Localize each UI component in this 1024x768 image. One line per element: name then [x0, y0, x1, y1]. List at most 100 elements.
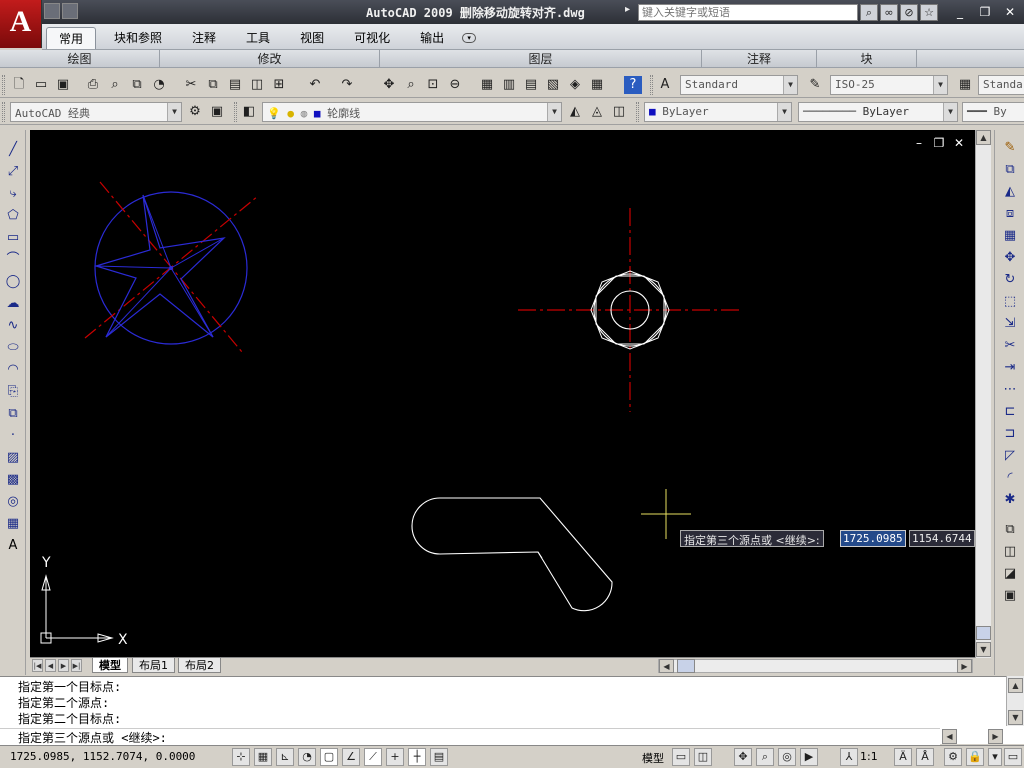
redo-icon[interactable]: ↷ — [338, 76, 356, 94]
panel-layers[interactable]: 图层 — [380, 50, 702, 68]
print-icon[interactable]: ⎙ — [84, 76, 102, 94]
dynamic-input-icon[interactable]: + — [386, 748, 404, 766]
offset-icon[interactable]: ⧈ — [1000, 204, 1020, 224]
insert-block-icon[interactable]: ⎘ — [3, 382, 23, 402]
scale-icon[interactable]: ⬚ — [1000, 292, 1020, 312]
chevron-down-icon[interactable]: ▼ — [777, 103, 791, 121]
undo-icon[interactable]: ↶ — [306, 76, 324, 94]
ribbon-minimize-icon[interactable]: ▾ — [462, 33, 477, 43]
layer-previous-icon[interactable]: ◬ — [588, 103, 606, 121]
revision-cloud-icon[interactable]: ☁ — [3, 294, 23, 314]
ellipse-arc-icon[interactable]: ◠ — [3, 360, 23, 380]
cut-icon[interactable]: ✂ — [182, 76, 200, 94]
comm-center-icon[interactable]: ⊘ — [900, 4, 918, 21]
prev-tab-icon[interactable]: ◀ — [45, 659, 56, 672]
chevron-down-icon[interactable]: ▼ — [167, 103, 181, 121]
viewport-close-button[interactable]: ✕ — [953, 136, 965, 150]
hatch-icon[interactable]: ▨ — [3, 448, 23, 468]
toolbar-grip[interactable] — [234, 102, 237, 122]
dynamic-input-y-field[interactable]: 1154.6744 — [909, 530, 975, 547]
chevron-down-icon[interactable]: ▼ — [783, 76, 797, 94]
application-menu-button[interactable]: A — [0, 0, 42, 48]
status-menu-icon[interactable]: ▾ — [988, 748, 1002, 766]
new-file-icon[interactable] — [44, 3, 60, 19]
model-space-label[interactable]: 模型 — [642, 750, 664, 766]
design-center-icon[interactable]: ▥ — [500, 76, 518, 94]
next-tab-icon[interactable]: ▶ — [58, 659, 69, 672]
tab-layout1[interactable]: 布局1 — [132, 658, 175, 673]
workspace-settings-icon[interactable]: ⚙ — [186, 103, 204, 121]
model-space-canvas[interactable]: Y X – ❐ ✕ 指定第三个源点或 <继续>: 1725.0985 1154.… — [30, 130, 975, 658]
pan-status-icon[interactable]: ✥ — [734, 748, 752, 766]
open-file-icon[interactable] — [62, 3, 78, 19]
chevron-down-icon[interactable]: ▼ — [933, 76, 947, 94]
toolbar-grip[interactable] — [2, 102, 5, 122]
fillet-icon[interactable]: ◜ — [1000, 468, 1020, 488]
publish-icon[interactable]: ⧉ — [128, 76, 146, 94]
zoom-previous-icon[interactable]: ⊖ — [446, 76, 464, 94]
properties-icon[interactable]: ▦ — [478, 76, 496, 94]
steering-wheel-icon[interactable]: ◎ — [778, 748, 796, 766]
grid-display-icon[interactable]: ▦ — [254, 748, 272, 766]
break-icon[interactable]: ⊏ — [1000, 402, 1020, 422]
restore-button[interactable]: ❐ — [975, 3, 995, 21]
scroll-up-icon[interactable]: ▲ — [976, 130, 991, 145]
arc-icon[interactable]: ⌒ — [3, 250, 23, 270]
layer-manager-icon[interactable]: ◧ — [240, 103, 258, 121]
line-icon[interactable]: ╱ — [3, 140, 23, 160]
bent-slot-outline[interactable] — [411, 497, 613, 612]
table-icon[interactable]: ▦ — [3, 514, 23, 534]
move-icon[interactable]: ✥ — [1000, 248, 1020, 268]
make-current-layer-icon[interactable]: ◭ — [566, 103, 584, 121]
make-block-icon[interactable]: ⧉ — [3, 404, 23, 424]
dim-style-select[interactable]: ISO-25 ▼ — [830, 75, 948, 95]
text-style-select[interactable]: Standard ▼ — [680, 75, 798, 95]
circle-icon[interactable]: ◯ — [3, 272, 23, 292]
layer-states-icon[interactable]: ◫ — [610, 103, 628, 121]
draw-order-icon[interactable]: ⧉ — [1000, 520, 1020, 540]
panel-modify[interactable]: 修改 — [160, 50, 380, 68]
cmd-scroll-left-icon[interactable]: ◀ — [942, 729, 957, 744]
dim-style-icon[interactable]: ✎ — [806, 76, 824, 94]
tab-annotate[interactable]: 注释 — [180, 27, 228, 49]
panel-block[interactable]: 块 — [817, 50, 917, 68]
scroll-left-icon[interactable]: ◀ — [659, 659, 674, 673]
block-editor-icon[interactable]: ⊞ — [270, 76, 288, 94]
help-icon[interactable]: ? — [624, 76, 642, 94]
scroll-thumb[interactable] — [976, 626, 991, 640]
workspace-switch-icon[interactable]: ⚙ — [944, 748, 962, 766]
lock-icon[interactable]: 🔒 — [966, 748, 984, 766]
send-to-back-icon[interactable]: ◪ — [1000, 564, 1020, 584]
snap-mode-icon[interactable]: ⊹ — [232, 748, 250, 766]
print-preview-icon[interactable]: ⌕ — [106, 76, 124, 94]
dynamic-ucs-icon[interactable]: ⟋ — [364, 748, 382, 766]
last-tab-icon[interactable]: ▶| — [71, 659, 82, 672]
polygon-icon[interactable]: ⬠ — [3, 206, 23, 226]
stretch-icon[interactable]: ⇲ — [1000, 314, 1020, 334]
sheet-set-icon[interactable]: ▧ — [544, 76, 562, 94]
polar-tracking-icon[interactable]: ◔ — [298, 748, 316, 766]
panel-draw[interactable]: 绘图 — [0, 50, 160, 68]
bring-to-front-icon[interactable]: ◫ — [1000, 542, 1020, 562]
ellipse-icon[interactable]: ⬭ — [3, 338, 23, 358]
scroll-down-icon[interactable]: ▼ — [976, 642, 991, 657]
auto-scale-icon[interactable]: Å — [916, 748, 934, 766]
command-scrollbar[interactable]: ▲ ▼ — [1006, 676, 1024, 726]
annotation-visibility-icon[interactable]: Ä — [894, 748, 912, 766]
horizontal-scrollbar[interactable]: ◀ ▶ — [658, 659, 973, 673]
trim-icon[interactable]: ✂ — [1000, 336, 1020, 356]
layer-select[interactable]: 💡 ● ◍ ■ 轮廓线 ▼ — [262, 102, 562, 122]
sun-icon[interactable]: ● — [287, 107, 294, 120]
new-icon[interactable]: 🗋 — [10, 76, 28, 94]
multiline-text-icon[interactable]: A — [3, 536, 23, 556]
polyline-icon[interactable]: ⤷ — [3, 184, 23, 204]
gradient-icon[interactable]: ▩ — [3, 470, 23, 490]
quickcalc-icon[interactable]: ▦ — [588, 76, 606, 94]
binoculars-icon[interactable]: ∞ — [880, 4, 898, 21]
rectangle-icon[interactable]: ▭ — [3, 228, 23, 248]
open-icon[interactable]: ▭ — [32, 76, 50, 94]
search-icon[interactable]: ⌕ — [860, 4, 878, 21]
markup-icon[interactable]: ◈ — [566, 76, 584, 94]
lineweight-select[interactable]: ━━━ By — [962, 102, 1024, 122]
tool-palettes-icon[interactable]: ▤ — [522, 76, 540, 94]
